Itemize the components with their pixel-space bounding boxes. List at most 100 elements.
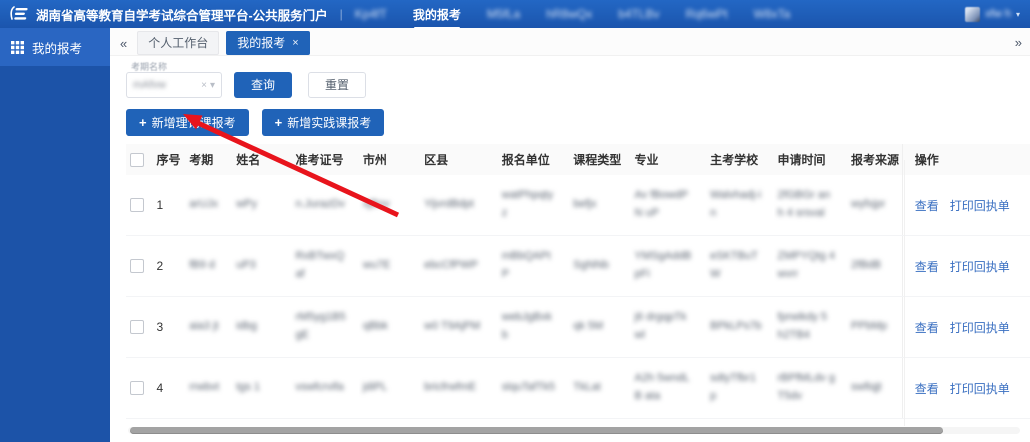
redacted-cell: w0 T9AjPM [424,320,481,333]
table-header-row: 序号 考期 姓名 准考证号 市州 区县 报名单位 课程类型 专业 主考学校 申请时间 报考来源 操作 [126,144,1030,175]
user-avatar [965,6,981,22]
app-title: 湖南省高等教育自学考试综合管理平台-公共服务门户 [36,8,328,23]
filter-row: 考期名称 mAfvw × ▾ 查询 重置 [126,62,1030,98]
tab-bar: « 个人工作台 我的报考 × » [110,28,1030,56]
redacted-cell: qBbk [362,320,388,333]
row-checkbox[interactable] [130,198,144,213]
add-practice-course-button[interactable]: + 新增实践课报考 [261,109,385,136]
user-menu[interactable]: xfw h ▾ [965,6,1020,22]
redacted-cell: befjx [573,198,597,211]
redacted-cell: vswfcrvifa [295,381,344,394]
redacted-cell: wPy [236,198,257,211]
sidebar-item-label: 我的报考 [32,41,83,56]
column-header: 报考来源 [847,144,903,175]
fixed-column-divider [904,160,905,426]
redacted-cell: 2fBdB [851,259,882,272]
plus-icon: + [139,115,147,130]
tabs: 个人工作台 我的报考 × [137,30,310,56]
redacted-cell: wu7E [362,259,391,272]
column-header: 区县 [420,144,498,175]
sidebar: 我的报考 [0,28,110,442]
add-theory-course-button[interactable]: + 新增理论课报考 [126,109,249,136]
horizontal-scrollbar-thumb[interactable] [130,427,943,434]
seq-cell: 4 [152,357,186,419]
column-header: 专业 [630,144,707,175]
chevron-down-icon: ▾ [209,79,215,91]
tab-personal-workbench[interactable]: 个人工作台 [137,30,220,56]
header-divider: | [339,7,343,21]
redacted-cell: rM5yg1B5gE [295,311,346,341]
sidebar-item-my-registration[interactable]: 我的报考 [0,28,110,66]
row-checkbox[interactable] [130,259,144,274]
print-receipt-link[interactable]: 打印回执单 [950,321,1010,335]
redacted-cell: BPkLPs7b [710,320,762,333]
exam-period-label: 考期名称 [131,62,168,72]
seq-cell: 2 [152,235,186,297]
nav-item[interactable]: M5fLa [487,7,520,21]
redacted-cell: aia3 jt [189,320,219,333]
redacted-cell: PPbMp [851,320,888,333]
view-link[interactable]: 查看 [915,382,939,396]
table-row: 3 aia3 jt idbg rM5yg1B5gE qBbk w0 T9AjPM webJg… [126,296,1030,358]
column-header: 考期 [185,144,233,175]
redacted-cell: Walvhadj-in [710,189,762,219]
column-header: 主考学校 [706,144,774,175]
nav-item[interactable]: Kp4fT [355,7,387,21]
nav-item-my-registration[interactable]: 我的报考 [413,6,461,30]
redacted-cell: sdtyTfbr1p [710,372,756,402]
redacted-cell: swfiqjt [851,381,882,394]
nav-item[interactable]: hR8wQx [546,7,592,21]
redacted-cell: qk 5M [573,320,604,333]
redacted-cell: uP3 [236,259,256,272]
column-header: 课程类型 [569,144,631,175]
redacted-cell: slquTafTk5 [501,381,555,394]
redacted-cell: mBbQAPtP [501,250,551,280]
button-label: 新增实践课报考 [287,115,372,130]
grid-icon [11,40,24,54]
redacted-cell: fprwikdy 5 h2TB4 [777,311,828,341]
nav-item[interactable]: b4TLBv [618,7,659,21]
column-header: 报名单位 [497,144,570,175]
row-checkbox[interactable] [130,381,144,396]
registration-table: 序号 考期 姓名 准考证号 市州 区县 报名单位 课程类型 专业 主考学校 申请时间 报考来源 操作 1… [126,144,1030,419]
collapse-tabs-icon[interactable]: « [120,37,127,50]
query-button[interactable]: 查询 [234,72,293,98]
reset-button[interactable]: 重置 [308,72,367,98]
plus-icon: + [274,115,283,130]
view-link[interactable]: 查看 [915,260,939,274]
redacted-cell: j6 drgqpTk wl [634,311,687,341]
redacted-cell: xjBnv [362,198,390,211]
print-receipt-link[interactable]: 打印回执单 [950,260,1010,274]
table-row: 1 arUJx wPy n.JurazDv xjBnv YijvrdBdpt watPhpq… [126,175,1030,236]
redacted-cell: YijvrdBdpt [424,198,474,211]
view-link[interactable]: 查看 [915,199,939,213]
row-checkbox[interactable] [130,320,144,335]
redacted-cell: 2fGBGr anh 4 srsval [777,189,831,219]
seq-cell: 3 [152,296,186,358]
select-all-checkbox[interactable] [130,152,144,167]
redacted-cell: ZMPYQtg 4 wvrr [777,250,835,280]
nav-item[interactable]: Rq6wPt [686,7,728,21]
user-name: xfw h [985,8,1011,20]
redacted-cell: jdiPL [362,381,388,394]
redacted-cell: rBPfMLdv g T5dv [777,372,835,402]
print-receipt-link[interactable]: 打印回执单 [950,199,1010,213]
redacted-cell: A2h 5wndLB ata [634,372,690,402]
redacted-cell: RxBTwxQaf [295,250,345,280]
tab-my-registration[interactable]: 我的报考 × [226,30,310,56]
redacted-cell: watPhpqtyz [501,189,554,219]
column-header: 市州 [358,144,421,175]
tab-label: 我的报考 [237,35,286,50]
print-receipt-link[interactable]: 打印回执单 [950,382,1010,396]
view-link[interactable]: 查看 [915,321,939,335]
redacted-cell: bricfrwfmE [424,381,477,394]
clear-icon[interactable]: × [201,80,207,91]
nav-item[interactable]: W8xTa [754,7,791,21]
redacted-cell: webJgBxkb [501,311,552,341]
expand-tabs-icon[interactable]: » [1015,36,1022,49]
close-icon[interactable]: × [292,37,298,49]
exam-period-select[interactable]: 考期名称 mAfvw × ▾ [126,62,222,98]
column-header: 操作 [901,144,1030,175]
exam-period-value: mAfvw [133,79,166,91]
redacted-cell: n.JurazDv [295,198,345,211]
